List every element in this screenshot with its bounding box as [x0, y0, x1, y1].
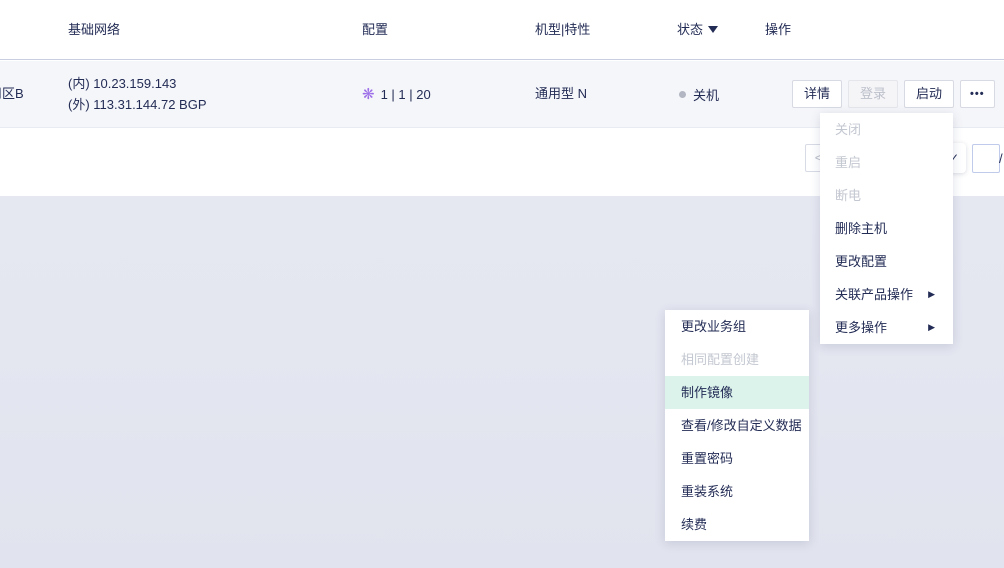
config-cell: ❋ 1 | 1 | 20: [362, 61, 431, 127]
cpu-flower-icon: ❋: [362, 87, 375, 102]
menu-item-custom-data[interactable]: 查看/修改自定义数据: [665, 409, 809, 442]
status-dot-icon: [679, 91, 686, 98]
menu-item-change-business-group[interactable]: 更改业务组: [665, 310, 809, 343]
submenu-arrow-icon: ▶: [928, 311, 935, 344]
menu-item-label: 重装系统: [681, 484, 733, 499]
config-value: 1 | 1 | 20: [381, 87, 431, 102]
more-actions-menu: 关闭重启断电删除主机更改配置关联产品操作 ▶ 更多操作 ▶: [820, 113, 953, 344]
menu-item-create-same-config: 相同配置创建: [665, 343, 809, 376]
server-console-screen: 基础网络 配置 机型|特性 状态 操作 可用区B (内) 10.23.159.1…: [0, 0, 1004, 568]
status-text: 关机: [693, 85, 719, 104]
detail-button[interactable]: 详情: [792, 80, 842, 108]
page-separator: /: [999, 144, 1003, 173]
menu-item-label: 断电: [835, 188, 861, 203]
more-actions-button[interactable]: •••: [960, 80, 995, 108]
menu-item-label: 查看/修改自定义数据: [681, 418, 802, 433]
menu-item-label: 更改配置: [835, 254, 887, 269]
menu-item-poweroff: 断电: [820, 179, 953, 212]
column-header-status-label: 状态: [677, 22, 703, 37]
menu-item-label: 续费: [681, 517, 707, 532]
menu-item-label: 重启: [835, 155, 861, 170]
network-cell: (内) 10.23.159.143 (外) 113.31.144.72 BGP: [68, 73, 207, 115]
menu-item-more-actions[interactable]: 更多操作 ▶: [820, 311, 953, 344]
column-header-network: 基础网络: [68, 0, 120, 59]
menu-item-renew[interactable]: 续费: [665, 508, 809, 541]
status-cell: 关机: [679, 61, 719, 127]
column-header-type: 机型|特性: [535, 0, 590, 59]
column-header-status[interactable]: 状态: [677, 0, 718, 59]
internal-ip: (内) 10.23.159.143: [68, 73, 207, 94]
menu-item-make-image[interactable]: 制作镜像: [665, 376, 809, 409]
menu-item-label: 更多操作: [835, 320, 887, 335]
menu-item-label: 删除主机: [835, 221, 887, 236]
menu-item-label: 关联产品操作: [835, 287, 913, 302]
menu-item-reset-password[interactable]: 重置密码: [665, 442, 809, 475]
menu-item-label: 制作镜像: [681, 385, 733, 400]
column-header-config: 配置: [362, 0, 388, 59]
external-ip: (外) 113.31.144.72 BGP: [68, 94, 207, 115]
menu-item-change-config[interactable]: 更改配置: [820, 245, 953, 278]
menu-item-label: 关闭: [835, 122, 861, 137]
status-filter-icon[interactable]: [708, 26, 718, 33]
menu-item-close: 关闭: [820, 113, 953, 146]
submenu-arrow-icon: ▶: [928, 278, 935, 311]
table-header-row: 基础网络 配置 机型|特性 状态 操作: [0, 0, 1004, 60]
login-button: 登录: [848, 80, 898, 108]
zone-cell: 可用区B: [0, 61, 24, 127]
more-actions-submenu: 更改业务组相同配置创建制作镜像查看/修改自定义数据重置密码重装系统续费: [665, 310, 809, 541]
menu-item-label: 相同配置创建: [681, 352, 759, 367]
machine-type: 通用型 N: [535, 61, 587, 127]
start-button[interactable]: 启动: [904, 80, 954, 108]
menu-item-reinstall-system[interactable]: 重装系统: [665, 475, 809, 508]
page-input[interactable]: [972, 144, 1000, 173]
menu-item-restart: 重启: [820, 146, 953, 179]
menu-item-related-product-actions[interactable]: 关联产品操作 ▶: [820, 278, 953, 311]
column-header-actions: 操作: [765, 0, 791, 59]
menu-item-label: 更改业务组: [681, 319, 746, 334]
row-actions: 详情 登录 启动 •••: [792, 80, 995, 108]
menu-item-delete-host[interactable]: 删除主机: [820, 212, 953, 245]
menu-item-label: 重置密码: [681, 451, 733, 466]
